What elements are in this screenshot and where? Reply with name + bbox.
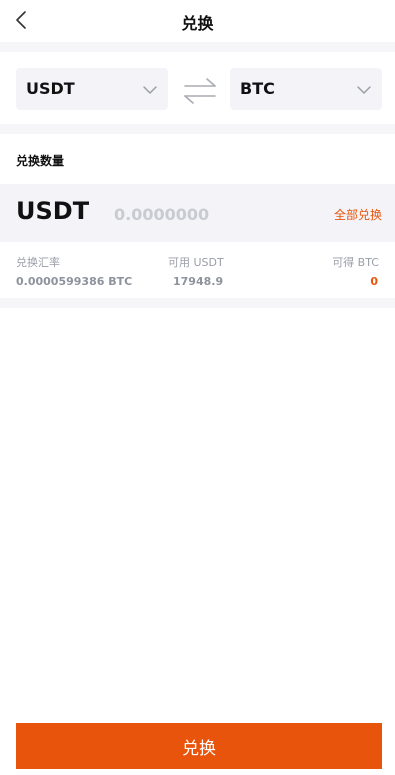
page-title: 兑换 (181, 14, 214, 33)
section-divider (0, 124, 395, 134)
amount-row: USDT 全部兑换 (0, 184, 395, 242)
exchange-button[interactable]: 兑换 (16, 723, 382, 769)
amount-input[interactable] (112, 200, 296, 228)
rate-value: 0.0000599386 BTC (16, 275, 133, 288)
rate-label: 兑换汇率 (16, 256, 60, 269)
receive-value: 0 (370, 275, 378, 288)
swap-arrows-icon[interactable] (182, 77, 218, 105)
from-currency-select[interactable]: USDT (16, 68, 168, 110)
from-currency-label: USDT (26, 79, 75, 98)
to-currency-select[interactable]: BTC (230, 68, 382, 110)
chevron-down-icon (356, 81, 372, 94)
section-divider (0, 42, 395, 52)
chevron-down-icon (142, 81, 158, 94)
header: 兑换 (0, 0, 395, 42)
exchange-all-link[interactable]: 全部兑换 (334, 206, 382, 223)
section-divider (0, 298, 395, 308)
to-currency-label: BTC (240, 79, 275, 98)
receive-label: 可得 BTC (332, 256, 379, 269)
available-label: 可用 USDT (168, 256, 224, 269)
available-value: 17948.9 (173, 275, 224, 288)
amount-currency-label: USDT (16, 197, 90, 225)
section-title: 兑换数量 (16, 154, 65, 168)
